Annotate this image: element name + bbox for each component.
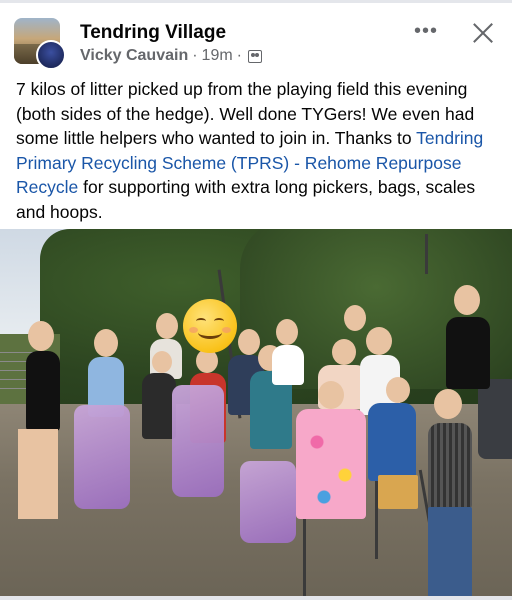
person (446, 317, 490, 389)
more-options-button[interactable]: ••• (410, 21, 442, 44)
post-header: Tendring Village Vicky Cauvain · 19m · •… (0, 10, 512, 70)
post-text-outro: for supporting with extra long pickers, … (16, 177, 476, 222)
emoji-cheek (189, 327, 198, 333)
top-divider (0, 0, 512, 3)
person-head (238, 329, 260, 355)
close-icon[interactable] (470, 20, 496, 46)
emoji-eye (214, 318, 224, 324)
person-legs (18, 429, 58, 519)
person (428, 423, 472, 509)
person-head (454, 285, 480, 315)
person (26, 351, 60, 431)
person-head (366, 327, 392, 355)
smiling-face-emoji-icon (183, 299, 237, 353)
user-avatar[interactable] (36, 40, 66, 70)
group-name[interactable]: Tendring Village (80, 22, 226, 44)
post-meta: Vicky Cauvain · 19m · (80, 47, 262, 65)
person (272, 345, 304, 385)
meta-separator: · (192, 47, 198, 64)
person (296, 409, 366, 519)
person-jeans (428, 507, 472, 597)
author-name[interactable]: Vicky Cauvain (80, 47, 188, 65)
person-head (386, 377, 410, 403)
post-text-intro: 7 kilos of litter picked up from the pla… (16, 79, 475, 148)
litter-bag (240, 461, 296, 543)
person-head (276, 319, 298, 345)
person-head (156, 313, 178, 339)
person-head (152, 351, 172, 373)
person-head (28, 321, 54, 351)
litter-bag (172, 385, 224, 497)
person-shorts (378, 475, 418, 509)
emoji-mouth (198, 326, 222, 339)
bottom-divider (0, 596, 512, 600)
person-head (318, 381, 344, 409)
post-body: 7 kilos of litter picked up from the pla… (16, 77, 506, 224)
litter-bag (74, 405, 130, 509)
person-head (434, 389, 462, 419)
person (142, 373, 176, 439)
group-icon (248, 49, 262, 63)
litter-picker (425, 234, 428, 274)
emoji-eye (196, 318, 206, 324)
emoji-cheek (222, 327, 231, 333)
photo-car (478, 379, 512, 459)
post-time[interactable]: 19m (202, 47, 233, 65)
meta-separator-2: · (236, 47, 242, 64)
person-head (344, 305, 366, 331)
person-head (94, 329, 118, 357)
person (368, 403, 416, 481)
person-head (332, 339, 356, 365)
post-photo[interactable] (0, 229, 512, 600)
avatar-stack[interactable] (14, 18, 66, 70)
